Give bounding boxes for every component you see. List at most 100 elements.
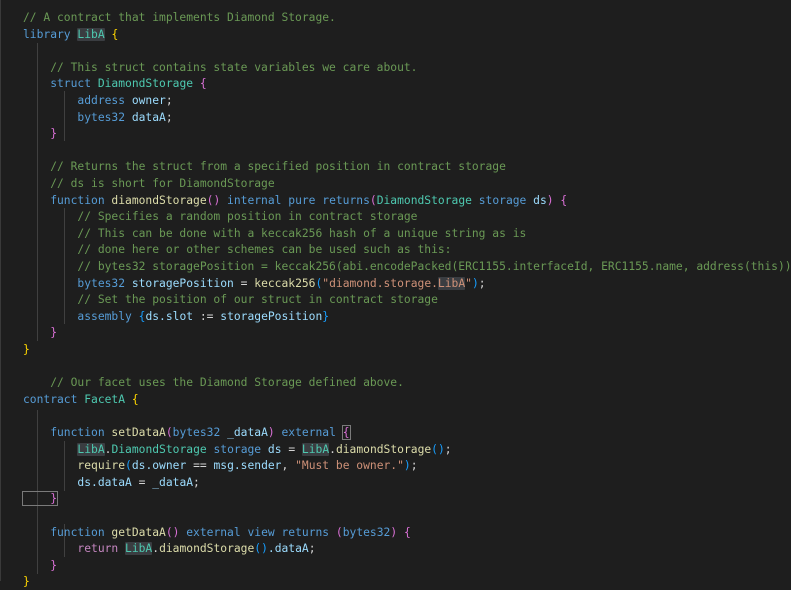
code-token: storagePosition bbox=[131, 276, 234, 290]
code-token: "Must be owner." bbox=[295, 459, 404, 473]
code-token: ; bbox=[478, 276, 486, 290]
code-line[interactable]: // ds is short for DiamondStorage bbox=[23, 176, 275, 192]
code-line[interactable]: // A contract that implements Diamond St… bbox=[23, 10, 336, 26]
code-token: // bytes32 storagePosition = keccak256(a… bbox=[23, 260, 791, 273]
code-token: assembly bbox=[23, 309, 139, 323]
code-token: _dataA bbox=[152, 475, 194, 489]
code-token: diamondStorage bbox=[335, 442, 432, 456]
code-line[interactable]: } bbox=[21, 491, 59, 507]
code-token: view bbox=[247, 525, 282, 539]
code-line[interactable]: } bbox=[23, 126, 57, 142]
code-token: ) bbox=[403, 459, 411, 473]
code-token: setDataA bbox=[111, 426, 166, 439]
code-line[interactable]: // done here or other schemes can be use… bbox=[23, 242, 451, 258]
code-token: storage bbox=[478, 193, 534, 207]
code-line[interactable]: // This struct contains state variables … bbox=[23, 60, 417, 76]
code-line[interactable]: ds.dataA = _dataA; bbox=[23, 475, 200, 491]
code-token: bytes32 bbox=[342, 525, 391, 539]
code-line[interactable]: // Specifies a random position in contra… bbox=[23, 209, 417, 225]
code-token: } bbox=[21, 491, 59, 507]
code-token: () bbox=[431, 442, 445, 456]
code-token: function bbox=[23, 193, 112, 207]
code-token: // This struct contains state variables … bbox=[23, 60, 418, 74]
code-token: ; bbox=[410, 459, 418, 473]
code-token: { bbox=[199, 77, 207, 91]
code-line[interactable]: assembly {ds.slot := storagePosition} bbox=[23, 309, 329, 325]
code-token: diamondStorage bbox=[111, 193, 207, 207]
code-line[interactable]: } bbox=[23, 342, 30, 358]
code-token: ds.owner bbox=[131, 459, 194, 473]
code-token: } bbox=[23, 558, 58, 572]
code-token: returns bbox=[322, 193, 370, 207]
code-line[interactable]: // This can be done with a keccak256 has… bbox=[23, 226, 526, 242]
code-token: bytes32 bbox=[23, 276, 132, 290]
code-token: // Returns the struct from a specified p… bbox=[23, 160, 506, 174]
code-line[interactable]: library LibA { bbox=[23, 27, 118, 43]
code-token: DiamondStorage bbox=[97, 77, 194, 91]
code-token: keccak256 bbox=[254, 276, 316, 290]
code-token: "diamond.storage. bbox=[322, 276, 438, 290]
code-line[interactable]: bytes32 storagePosition = keccak256("dia… bbox=[23, 276, 486, 292]
code-line[interactable]: function diamondStorage() internal pure … bbox=[23, 193, 567, 209]
code-line[interactable]: // Set the position of our struct in con… bbox=[23, 292, 438, 308]
code-token: = bbox=[281, 442, 302, 456]
code-token: , bbox=[281, 459, 296, 473]
code-editor[interactable]: // A contract that implements Diamond St… bbox=[0, 0, 791, 588]
code-token: returns bbox=[281, 525, 336, 539]
code-line[interactable]: require(ds.owner == msg.sender, "Must be… bbox=[23, 458, 418, 474]
code-token: // Specifies a random position in contra… bbox=[23, 210, 418, 224]
code-token: dataA bbox=[131, 110, 166, 124]
code-line[interactable]: // Returns the struct from a specified p… bbox=[23, 159, 506, 175]
code-token: external bbox=[186, 525, 248, 539]
code-token: // Our facet uses the Diamond Storage de… bbox=[23, 376, 404, 390]
code-token: } bbox=[23, 127, 58, 141]
code-line[interactable]: struct DiamondStorage { bbox=[23, 76, 207, 92]
code-line[interactable]: function getDataA() external view return… bbox=[23, 525, 411, 541]
code-token: { bbox=[403, 525, 411, 539]
code-token: LibA bbox=[301, 442, 330, 456]
code-token: ( bbox=[125, 459, 132, 473]
code-line[interactable]: bytes32 dataA; bbox=[23, 110, 173, 126]
code-line[interactable]: function setDataA(bytes32 _dataA) extern… bbox=[23, 425, 351, 441]
code-token: == bbox=[193, 459, 214, 473]
code-token: library bbox=[23, 27, 78, 41]
code-token: require bbox=[23, 459, 126, 473]
code-token: return bbox=[23, 542, 126, 556]
code-line[interactable]: } bbox=[23, 574, 30, 590]
code-line[interactable]: // Our facet uses the Diamond Storage de… bbox=[23, 375, 404, 391]
code-token: " bbox=[465, 276, 472, 290]
code-token: // Set the position of our struct in con… bbox=[23, 293, 438, 307]
code-token: LibA bbox=[77, 442, 105, 456]
code-token: () bbox=[254, 542, 268, 556]
code-line[interactable]: LibA.DiamondStorage storage ds = LibA.di… bbox=[23, 442, 452, 458]
code-token: { bbox=[111, 27, 119, 41]
code-token: pure bbox=[288, 193, 323, 207]
code-token: ; bbox=[193, 475, 200, 489]
code-token: LibA bbox=[77, 27, 105, 41]
code-token: .dataA bbox=[267, 542, 309, 556]
code-token: storage bbox=[213, 442, 268, 456]
code-line[interactable]: } bbox=[23, 558, 57, 574]
code-token: bytes32 bbox=[172, 426, 228, 439]
code-token: owner bbox=[131, 94, 166, 107]
code-line[interactable]: return LibA.diamondStorage().dataA; bbox=[23, 541, 316, 557]
code-token: ; bbox=[165, 110, 173, 124]
code-token: ds bbox=[267, 442, 282, 456]
code-token: ; bbox=[165, 94, 173, 107]
code-token: LibA bbox=[437, 276, 466, 290]
code-token: ds.slot bbox=[145, 309, 200, 323]
code-line[interactable]: } bbox=[23, 325, 57, 341]
code-token: diamondStorage bbox=[159, 542, 255, 556]
code-line[interactable]: contract FacetA { bbox=[23, 392, 139, 408]
code-token: ) bbox=[546, 193, 561, 207]
code-token: function bbox=[23, 525, 112, 539]
code-token: // ds is short for DiamondStorage bbox=[23, 177, 275, 190]
code-line[interactable]: // bytes32 storagePosition = keccak256(a… bbox=[23, 259, 791, 275]
code-token: address bbox=[23, 94, 132, 107]
code-token: ( bbox=[369, 193, 377, 207]
code-token: } bbox=[23, 575, 30, 589]
code-line[interactable]: address owner; bbox=[23, 93, 173, 109]
code-token: () bbox=[165, 525, 187, 539]
